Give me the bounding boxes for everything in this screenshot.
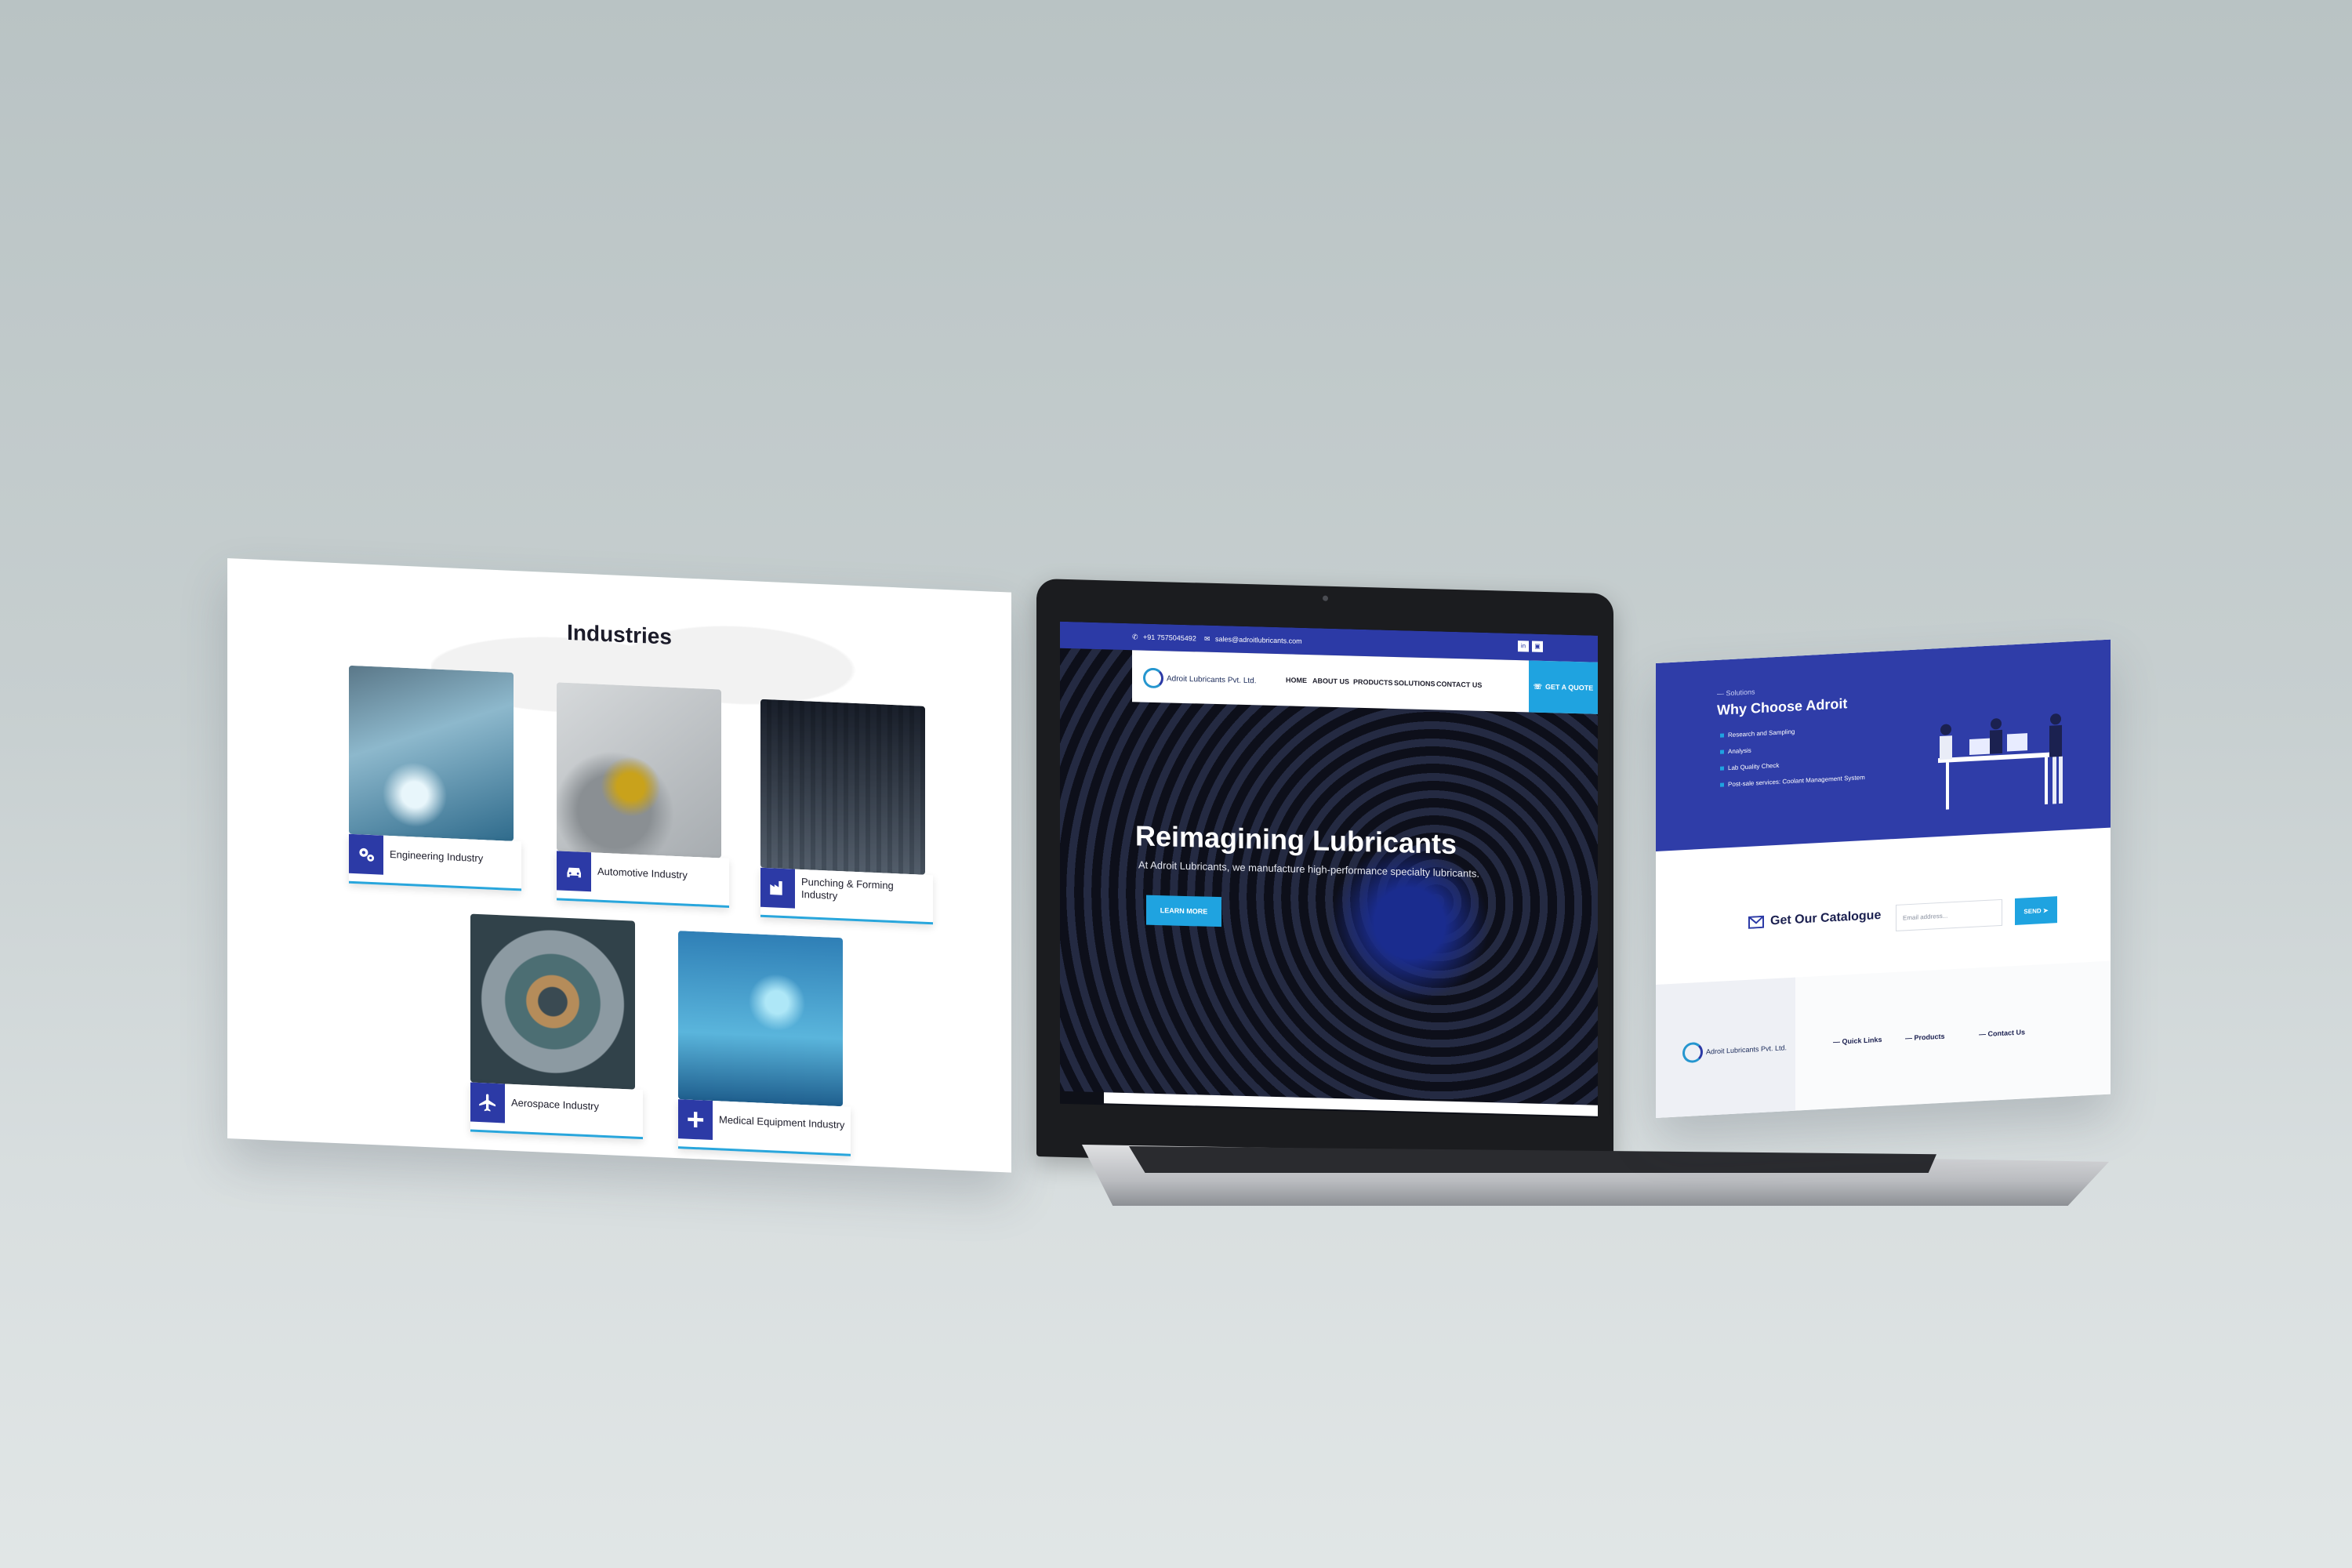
factory-icon (760, 867, 795, 909)
list-item: Post-sale services: Coolant Management S… (1720, 774, 1865, 789)
webcam (1323, 595, 1328, 601)
automotive-image (557, 682, 721, 858)
why-choose-panel: — Solutions Why Choose Adroit Research a… (1656, 639, 2111, 1118)
catalogue-title: Get Our Catalogue (1770, 908, 1882, 928)
social-icon[interactable]: ▣ (1532, 641, 1543, 652)
site-footer: Adroit Lubricants Pvt. Ltd. — Quick Link… (1656, 960, 2111, 1118)
learn-more-button[interactable]: LEARN MORE (1146, 895, 1221, 927)
car-icon (557, 851, 591, 892)
linkedin-icon[interactable]: in (1518, 641, 1529, 652)
logo-mark-icon (1143, 667, 1163, 689)
nav-products[interactable]: PRODUCTS (1353, 678, 1393, 687)
list-item: Lab Quality Check (1720, 757, 1865, 772)
industry-caption: Automotive Industry (557, 851, 729, 908)
laptop-screen: ✆ +91 7575045492 ✉ sales@adroitlubricant… (1060, 621, 1598, 1118)
nav-contact-us[interactable]: CONTACT US (1436, 680, 1482, 689)
nav-about-us[interactable]: ABOUT US (1312, 677, 1349, 685)
airplane-icon (470, 1082, 505, 1123)
footer-logo-block: Adroit Lubricants Pvt. Ltd. (1656, 977, 1795, 1118)
footer-brand-name: Adroit Lubricants Pvt. Ltd. (1706, 1044, 1788, 1056)
logo-mark-icon (1682, 1041, 1703, 1064)
punching-image (760, 699, 925, 875)
brand-logo[interactable]: Adroit Lubricants Pvt. Ltd. (1143, 667, 1257, 691)
industries-panel: Industries Engineering Industry Automoti… (227, 558, 1011, 1173)
industry-card-aerospace[interactable]: Aerospace Industry (470, 913, 643, 1140)
mail-icon: ✉ (1204, 634, 1210, 643)
industry-caption: Punching & Forming Industry (760, 867, 933, 925)
team-at-desk-illustration (1938, 713, 2063, 810)
phone-number[interactable]: +91 7575045492 (1143, 633, 1196, 643)
email-input[interactable]: Email address... (1896, 898, 2002, 931)
industry-card-medical[interactable]: Medical Equipment Industry (678, 931, 851, 1156)
list-item: Analysis (1720, 741, 1865, 756)
quote-label: GET A QUOTE (1544, 682, 1594, 692)
industry-caption: Aerospace Industry (470, 1082, 643, 1140)
email-link[interactable]: sales@adroitlubricants.com (1215, 635, 1302, 645)
brand-name: Adroit Lubricants Pvt. Ltd. (1167, 673, 1257, 685)
quote-icon: ☏ (1533, 682, 1542, 691)
mail-icon (1748, 915, 1764, 929)
catalogue-heading: Get Our Catalogue (1748, 909, 1881, 930)
nav-solutions[interactable]: SOLUTIONS (1394, 679, 1436, 688)
footer-products[interactable]: — Products (1905, 1033, 1945, 1043)
industry-caption: Engineering Industry (349, 833, 521, 891)
gears-icon (349, 833, 383, 875)
nav-home[interactable]: HOME (1286, 676, 1307, 684)
section-crumb: — Solutions (1717, 688, 1755, 698)
plus-icon (678, 1099, 713, 1141)
industry-caption: Medical Equipment Industry (678, 1099, 851, 1156)
industry-label: Engineering Industry (390, 848, 484, 865)
footer-brand-logo[interactable]: Adroit Lubricants Pvt. Ltd. (1682, 1037, 1788, 1064)
phone-icon: ✆ (1132, 633, 1138, 641)
medical-image (678, 931, 843, 1107)
hero-gears-background (1060, 648, 1598, 1105)
industry-label: Automotive Industry (597, 865, 688, 881)
get-a-quote-button[interactable]: ☏ GET A QUOTE (1529, 660, 1598, 714)
industry-label: Medical Equipment Industry (719, 1113, 845, 1131)
aerospace-image (470, 913, 635, 1090)
send-button[interactable]: SEND ➤ (2015, 896, 2057, 925)
engineering-image (349, 665, 514, 841)
footer-contact-us[interactable]: — Contact Us (1979, 1028, 2025, 1038)
why-choose-band: — Solutions Why Choose Adroit Research a… (1656, 639, 2111, 851)
laptop-lid: ✆ +91 7575045492 ✉ sales@adroitlubricant… (1036, 579, 1613, 1172)
why-choose-list: Research and Sampling Analysis Lab Quali… (1720, 724, 1865, 798)
why-choose-heading: Why Choose Adroit (1717, 695, 1848, 718)
list-item: Research and Sampling (1720, 724, 1865, 739)
industry-label: Punching & Forming Industry (801, 875, 894, 902)
footer-quick-links[interactable]: — Quick Links (1833, 1036, 1882, 1046)
industry-label: Aerospace Industry (511, 1096, 600, 1112)
